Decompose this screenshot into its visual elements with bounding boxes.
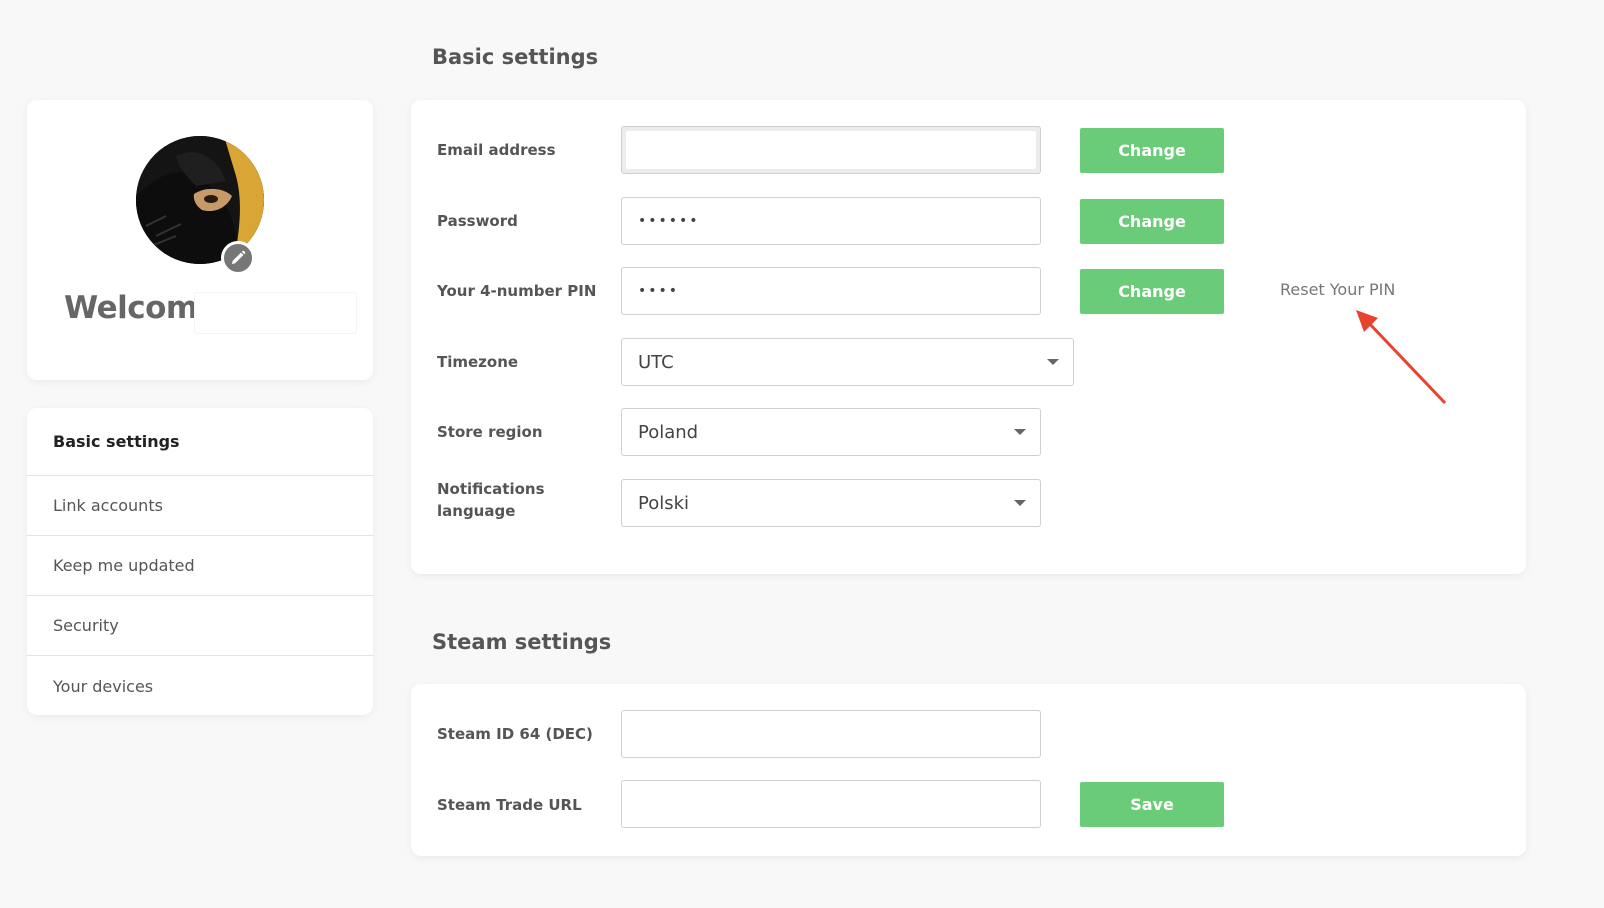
timezone-select[interactable]: UTC (621, 338, 1074, 386)
email-field[interactable] (621, 126, 1041, 174)
nav-item-basic-settings[interactable]: Basic settings (27, 408, 373, 476)
chevron-down-icon (1014, 429, 1026, 435)
nav-item-your-devices[interactable]: Your devices (27, 656, 373, 715)
save-steam-button[interactable]: Save (1080, 782, 1224, 827)
edit-avatar-button[interactable] (221, 241, 255, 275)
profile-card: Welcome (27, 100, 373, 380)
basic-settings-card: Email address Change Password •••••• Cha… (411, 100, 1526, 574)
notifications-language-label-line1: Notifications (437, 480, 545, 498)
change-password-button[interactable]: Change (1080, 199, 1224, 244)
password-label: Password (437, 212, 518, 230)
nav-item-keep-me-updated[interactable]: Keep me updated (27, 536, 373, 596)
email-input[interactable] (626, 131, 1036, 169)
chevron-down-icon (1014, 500, 1026, 506)
notifications-language-select[interactable]: Polski (621, 479, 1041, 527)
store-region-select[interactable]: Poland (621, 408, 1041, 456)
timezone-label: Timezone (437, 353, 519, 371)
pin-label: Your 4-number PIN (437, 282, 597, 300)
password-field[interactable]: •••••• (621, 197, 1041, 245)
store-region-label: Store region (437, 423, 543, 441)
email-label: Email address (437, 141, 556, 159)
pencil-icon (232, 250, 246, 264)
steam-id-field[interactable] (621, 710, 1041, 758)
settings-nav: Basic settings Link accounts Keep me upd… (27, 408, 373, 715)
reset-pin-link[interactable]: Reset Your PIN (1280, 280, 1395, 299)
nav-item-link-accounts[interactable]: Link accounts (27, 476, 373, 536)
settings-page: Welcome Basic settings Link accounts Kee… (0, 0, 1604, 908)
username-display (194, 292, 357, 334)
change-pin-button[interactable]: Change (1080, 269, 1224, 314)
steam-trade-url-field[interactable] (621, 780, 1041, 828)
notifications-language-label-line2: language (437, 502, 516, 520)
annotation-arrow-icon (1356, 310, 1447, 405)
nav-item-security[interactable]: Security (27, 596, 373, 656)
change-email-button[interactable]: Change (1080, 128, 1224, 173)
steam-settings-title: Steam settings (432, 630, 612, 654)
pin-field[interactable]: •••• (621, 267, 1041, 315)
steam-id-label: Steam ID 64 (DEC) (437, 725, 593, 743)
basic-settings-title: Basic settings (432, 45, 599, 69)
notifications-language-label: Notifications language (437, 478, 545, 522)
steam-settings-card: Steam ID 64 (DEC) Steam Trade URL Save (411, 684, 1526, 856)
store-region-value: Poland (638, 421, 699, 443)
notifications-language-value: Polski (638, 492, 690, 514)
steam-trade-url-label: Steam Trade URL (437, 796, 582, 814)
chevron-down-icon (1047, 359, 1059, 365)
timezone-value: UTC (638, 351, 674, 373)
